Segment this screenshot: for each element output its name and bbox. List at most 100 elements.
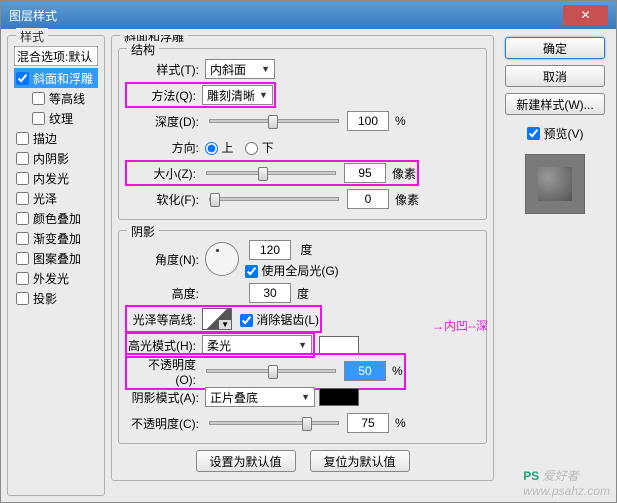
sidebar-item-label: 图案叠加 [33,250,81,267]
highlight-opacity-unit: % [392,364,403,378]
reset-default-button[interactable]: 复位为默认值 [310,450,410,472]
angle-row: 角度(N): 120 度 使用全局光(G) [125,239,480,279]
chevron-down-icon: ▼ [259,90,268,100]
highlight-opacity-input[interactable]: 50 [344,361,386,381]
sidebar-item-bevel[interactable]: 斜面和浮雕 [14,68,98,88]
size-row: 大小(Z): 95 像素 [125,161,480,185]
altitude-label: 高度: [125,285,205,302]
bevel-outer-group: 斜面和浮雕 结构 样式(T): 内斜面 ▼ 方法(Q): [111,35,494,481]
color-overlay-checkbox[interactable] [16,212,29,225]
sidebar-item-pattern-overlay[interactable]: 图案叠加 [14,248,98,268]
technique-select[interactable]: 雕刻清晰 ▼ [202,85,273,105]
ok-button[interactable]: 确定 [505,37,605,59]
sidebar-item-color-overlay[interactable]: 颜色叠加 [14,208,98,228]
sidebar-item-texture[interactable]: 纹理 [14,108,98,128]
size-slider[interactable] [206,171,336,175]
preview-thumbnail [525,154,585,214]
stroke-checkbox[interactable] [16,132,29,145]
titlebar[interactable]: 图层样式 ✕ [1,1,616,29]
chevron-down-icon: ▼ [261,64,270,74]
drop-shadow-checkbox[interactable] [16,292,29,305]
soften-label: 软化(F): [125,191,205,208]
sidebar-item-stroke[interactable]: 描边 [14,128,98,148]
close-button[interactable]: ✕ [563,5,608,25]
sidebar-item-label: 内阴影 [33,150,69,167]
highlight-opacity-slider[interactable] [206,369,336,373]
sidebar-item-label: 描边 [33,130,57,147]
watermark: PS 爱好者 www.psahz.com [523,467,610,498]
sidebar-item-drop-shadow[interactable]: 投影 [14,288,98,308]
shadow-mode-value: 正片叠底 [210,389,258,406]
bevel-checkbox[interactable] [16,72,29,85]
gradient-overlay-checkbox[interactable] [16,232,29,245]
annotation: →内凹--深 [432,317,488,334]
shadow-color-swatch[interactable] [319,388,359,406]
shadow-opacity-unit: % [395,416,406,430]
sidebar-item-contour[interactable]: 等高线 [14,88,98,108]
dir-up-radio[interactable]: 上 [205,139,233,156]
soften-row: 软化(F): 0 像素 [125,187,480,211]
inner-glow-checkbox[interactable] [16,172,29,185]
soften-unit: 像素 [395,191,419,208]
style-list-panel: 样式 混合选项:默认 斜面和浮雕 等高线 纹理 [7,35,105,496]
sidebar-item-label: 混合选项:默认 [17,48,92,65]
bevel-settings-panel: 斜面和浮雕 结构 样式(T): 内斜面 ▼ 方法(Q): [111,35,494,496]
depth-input[interactable]: 100 [347,111,389,131]
direction-label: 方向: [125,139,205,156]
shadow-opacity-input[interactable]: 75 [347,413,389,433]
make-default-button[interactable]: 设置为默认值 [196,450,296,472]
technique-value: 雕刻清晰 [207,87,255,104]
style-group-title: 样式 [16,28,48,45]
technique-label: 方法(Q): [128,87,202,104]
chevron-down-icon: ▼ [298,340,307,350]
angle-label: 角度(N): [125,251,205,268]
global-light-check[interactable]: 使用全局光(G) [245,262,339,279]
dir-down-radio[interactable]: 下 [245,139,273,156]
highlight-mode-value: 柔光 [207,337,231,354]
gloss-row: 光泽等高线: ▼ 消除锯齿(L) [125,307,480,331]
sidebar-item-blend[interactable]: 混合选项:默认 [14,46,98,66]
angle-input[interactable]: 120 [249,240,291,260]
sidebar-item-label: 等高线 [49,90,85,107]
highlight-mode-label: 高光模式(H): [128,337,202,354]
cancel-button[interactable]: 取消 [505,65,605,87]
sidebar-item-inner-glow[interactable]: 内发光 [14,168,98,188]
layer-style-dialog: 图层样式 ✕ 样式 混合选项:默认 斜面和浮雕 等高线 [0,0,617,503]
highlight-color-swatch[interactable] [319,336,359,354]
sidebar-item-satin[interactable]: 光泽 [14,188,98,208]
angle-unit: 度 [300,243,312,257]
soften-slider[interactable] [209,197,339,201]
texture-checkbox[interactable] [32,112,45,125]
style-select[interactable]: 内斜面 ▼ [205,59,275,79]
structure-title: 结构 [127,41,159,58]
altitude-row: 高度: 30 度 [125,281,480,305]
sidebar-item-gradient-overlay[interactable]: 渐变叠加 [14,228,98,248]
altitude-input[interactable]: 30 [249,283,291,303]
preview-checkbox[interactable]: 预览(V) [527,125,584,142]
preview-swatch [538,167,572,201]
soften-input[interactable]: 0 [347,189,389,209]
depth-slider[interactable] [209,119,339,123]
gloss-contour-picker[interactable]: ▼ [202,308,232,330]
shadow-mode-label: 阴影模式(A): [125,389,205,406]
sidebar-item-outer-glow[interactable]: 外发光 [14,268,98,288]
style-groupbox: 样式 混合选项:默认 斜面和浮雕 等高线 纹理 [7,35,105,496]
antialias-check[interactable]: 消除锯齿(L) [240,311,319,328]
shadow-mode-row: 阴影模式(A): 正片叠底 ▼ [125,385,480,409]
inner-shadow-checkbox[interactable] [16,152,29,165]
size-label: 大小(Z): [128,165,202,182]
sidebar-item-label: 渐变叠加 [33,230,81,247]
sidebar-item-label: 斜面和浮雕 [33,70,93,87]
angle-dial[interactable] [205,242,239,276]
shadow-opacity-slider[interactable] [209,421,339,425]
pattern-overlay-checkbox[interactable] [16,252,29,265]
outer-glow-checkbox[interactable] [16,272,29,285]
right-panel: 确定 取消 新建样式(W)... 预览(V) [500,35,610,496]
sidebar-item-label: 纹理 [49,110,73,127]
new-style-button[interactable]: 新建样式(W)... [505,93,605,115]
size-input[interactable]: 95 [344,163,386,183]
sidebar-item-inner-shadow[interactable]: 内阴影 [14,148,98,168]
contour-checkbox[interactable] [32,92,45,105]
shadow-mode-select[interactable]: 正片叠底 ▼ [205,387,315,407]
satin-checkbox[interactable] [16,192,29,205]
